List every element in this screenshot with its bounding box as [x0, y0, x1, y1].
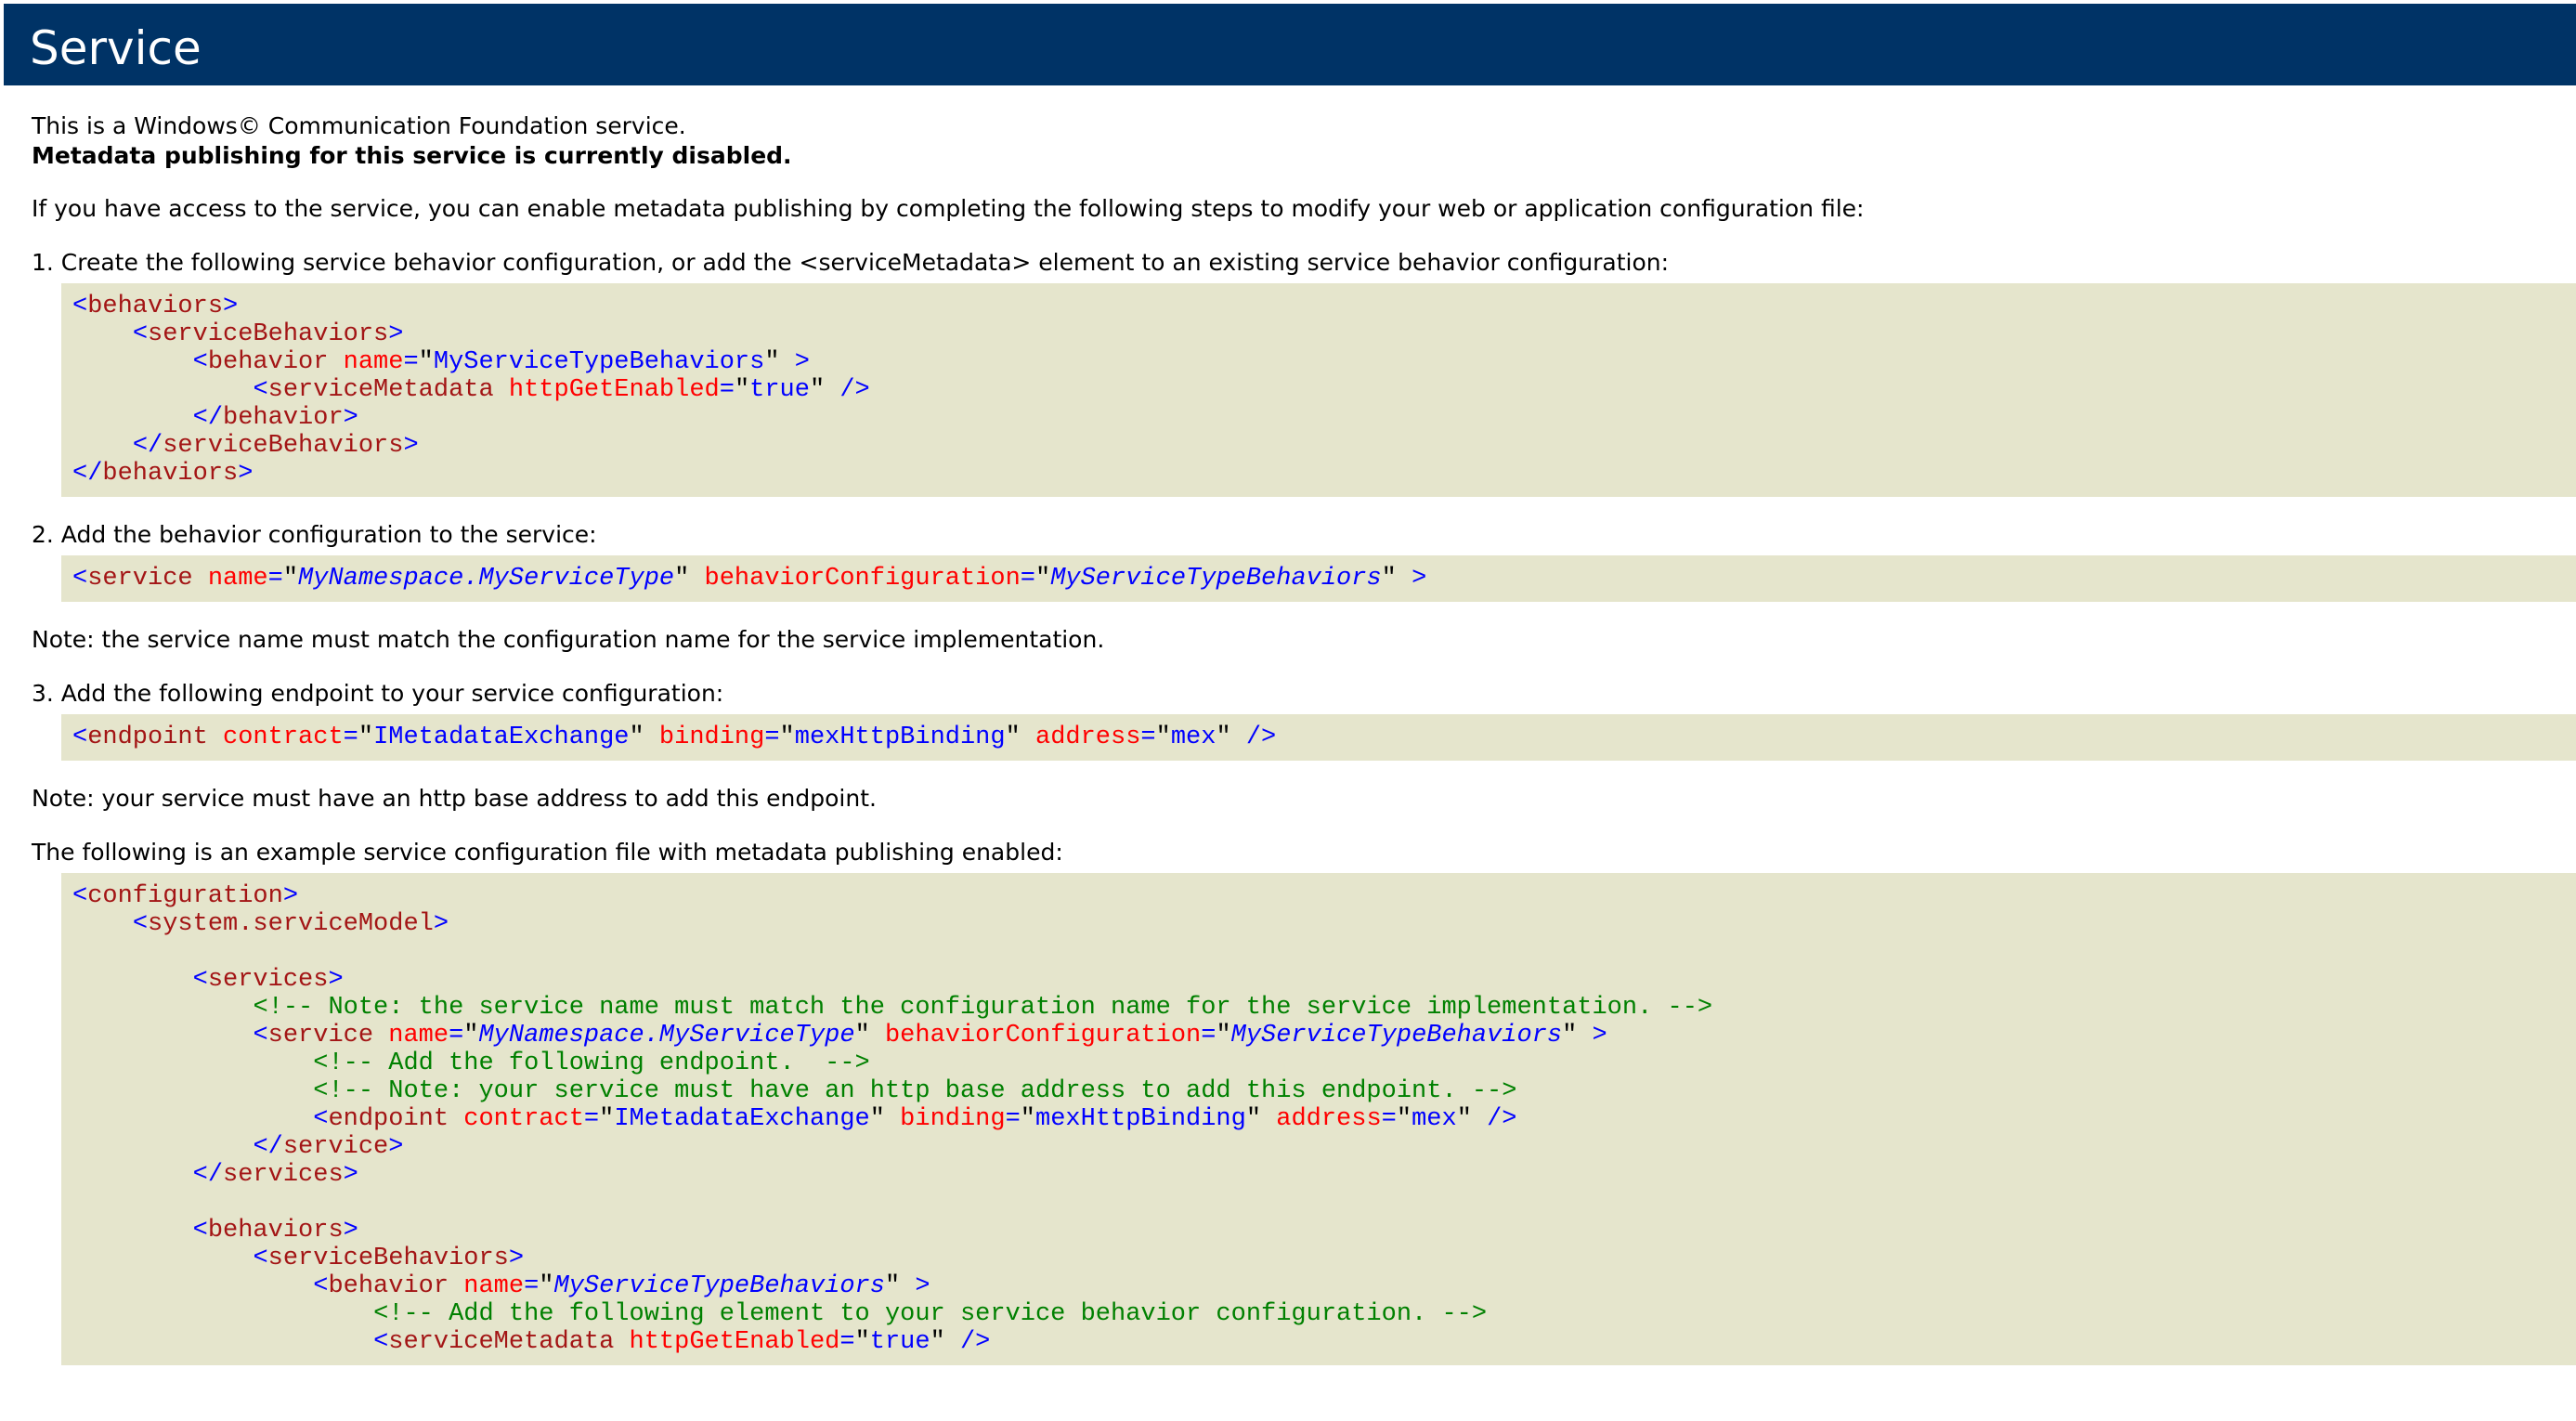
example-intro-text: The following is an example service conf…: [32, 839, 1063, 866]
page-title: Service: [30, 21, 202, 75]
intro-text: This is a Windows© Communication Foundat…: [32, 112, 686, 139]
step-1-text: 1. Create the following service behavior…: [32, 249, 1670, 276]
metadata-disabled-notice: Metadata publishing for this service is …: [32, 142, 792, 169]
instructions-text: If you have access to the service, you c…: [32, 195, 1865, 222]
example-config-code-block: <configuration> <system.serviceModel> <s…: [61, 873, 2576, 1365]
page-header: Service: [4, 4, 2576, 85]
behaviors-code-block: <behaviors> <serviceBehaviors> <behavior…: [61, 283, 2576, 497]
wcf-service-page: Service This is a Windows© Communication…: [4, 4, 2576, 1415]
note-base-address: Note: your service must have an http bas…: [32, 785, 877, 812]
endpoint-code-block: <endpoint contract="IMetadataExchange" b…: [61, 714, 2576, 761]
note-service-name: Note: the service name must match the co…: [32, 626, 1105, 653]
page-content: This is a Windows© Communication Foundat…: [32, 89, 2576, 1365]
step-2-text: 2. Add the behavior configuration to the…: [32, 521, 597, 548]
service-code-block: <service name="MyNamespace.MyServiceType…: [61, 555, 2576, 602]
step-3-text: 3. Add the following endpoint to your se…: [32, 680, 724, 707]
